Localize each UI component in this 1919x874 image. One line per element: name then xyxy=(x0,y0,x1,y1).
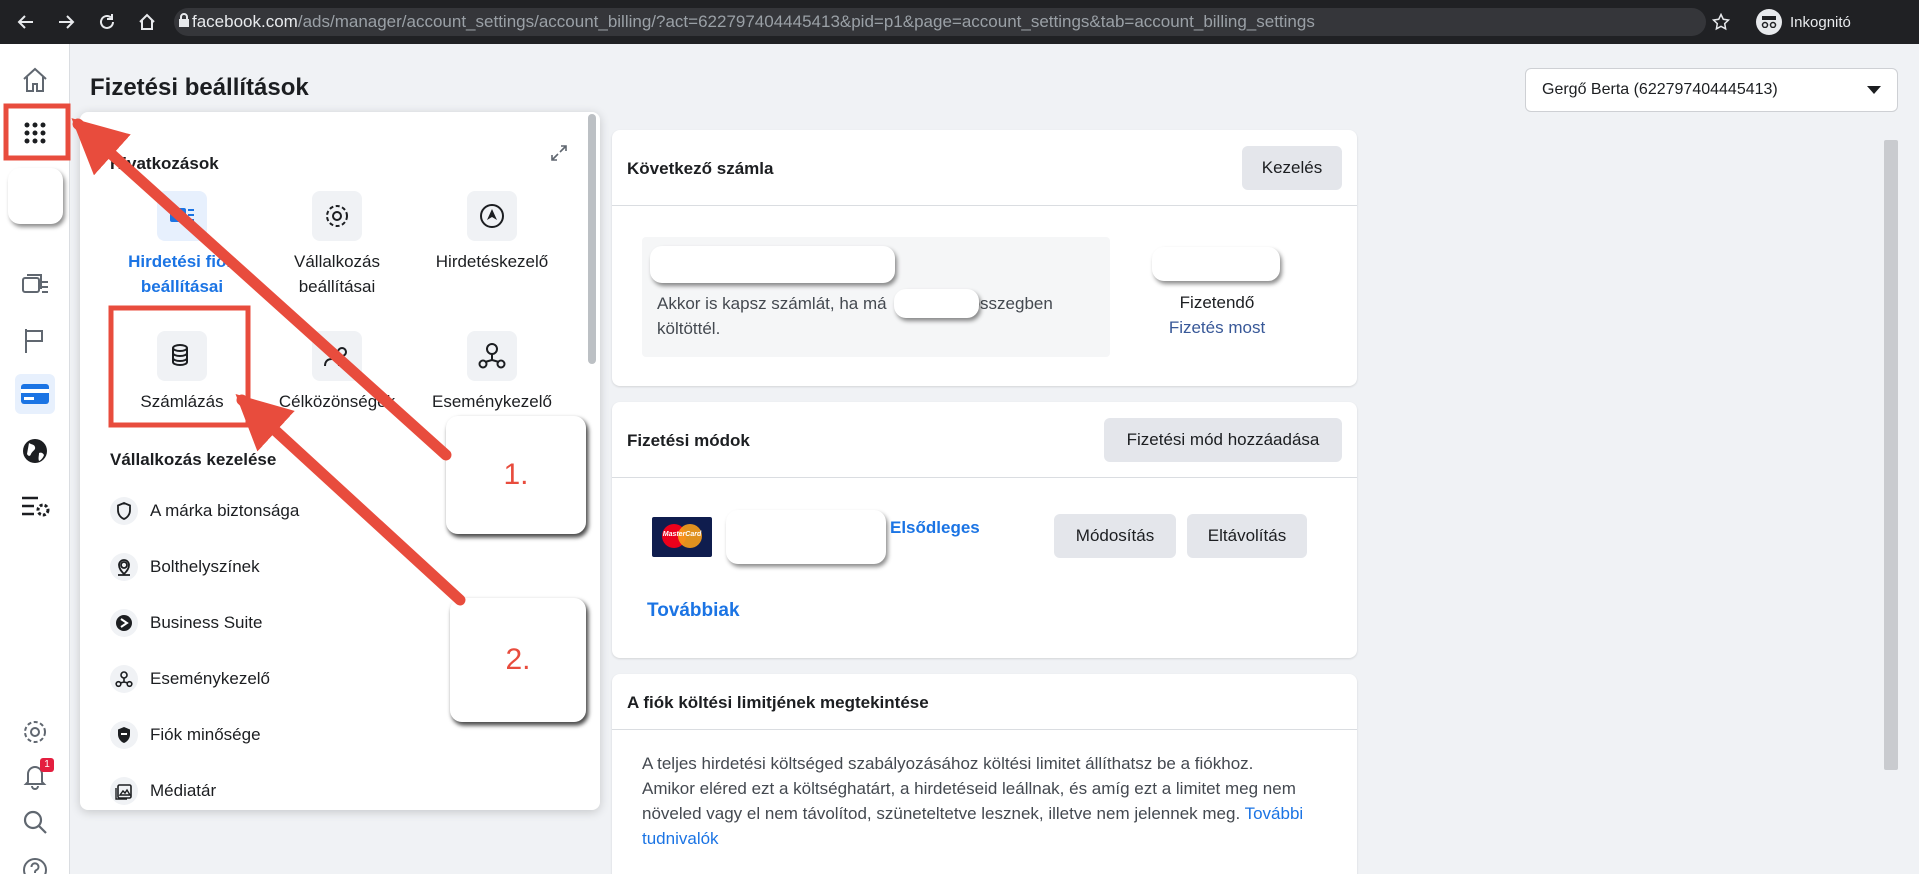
left-navigation-rail: 1 xyxy=(0,44,70,874)
next-invoice-card: Következő számla Kezelés Akkor is kapsz … xyxy=(612,130,1357,386)
location-pin-icon xyxy=(110,553,138,581)
help-icon[interactable] xyxy=(15,850,55,874)
shortcut-events-manager[interactable]: Eseménykezelő xyxy=(417,331,567,414)
redacted-threshold-amount xyxy=(894,289,979,318)
shortcut-audiences[interactable]: Célközönségek xyxy=(262,331,412,414)
shortcuts-heading: Hivatkozások xyxy=(110,154,219,173)
browser-toolbar: facebook.com/ads/manager/account_setting… xyxy=(0,0,1919,44)
menu-item-business-suite[interactable]: Business Suite xyxy=(110,603,262,643)
due-label: Fizetendő xyxy=(1179,293,1255,312)
home-icon[interactable] xyxy=(15,60,55,100)
step-2-callout: 2. xyxy=(450,598,586,722)
redacted-card-number xyxy=(726,510,886,564)
shortcut-ads-manager[interactable]: Hirdetéskezelő xyxy=(417,191,567,274)
media-library-icon xyxy=(110,777,138,805)
manage-button[interactable]: Kezelés xyxy=(1242,146,1342,190)
ad-account-name: Gergő Berta (622797404445413) xyxy=(1542,81,1778,98)
campaigns-icon[interactable] xyxy=(15,266,55,306)
redacted-account-avatar xyxy=(8,168,63,224)
shortcut-billing[interactable]: Számlázás xyxy=(107,331,257,414)
invoice-threshold-box: Akkor is kapsz számlát, ha má összegben k… xyxy=(642,237,1110,357)
notification-badge: 1 xyxy=(40,758,54,772)
menu-item-account-quality[interactable]: Fiók minősége xyxy=(110,715,261,755)
mastercard-logo-icon: MasterCard xyxy=(652,517,712,557)
page-title: Fizetési beállítások xyxy=(90,74,309,101)
ad-account-settings-icon xyxy=(157,191,207,241)
learn-more-link[interactable]: tudnivalók xyxy=(642,826,1342,851)
back-icon[interactable] xyxy=(12,8,40,36)
gear-icon xyxy=(312,191,362,241)
incognito-icon xyxy=(1756,9,1782,35)
shield-icon xyxy=(110,497,138,525)
step-1-callout: 1. xyxy=(446,416,586,534)
payment-methods-card: Fizetési módok Fizetési mód hozzáadása M… xyxy=(612,402,1357,658)
reload-icon[interactable] xyxy=(93,8,121,36)
address-bar[interactable]: facebook.com/ads/manager/account_setting… xyxy=(174,8,1706,36)
edit-payment-button[interactable]: Módosítás xyxy=(1054,514,1176,558)
menu-item-events-manager[interactable]: Eseménykezelő xyxy=(110,659,270,699)
caret-down-icon xyxy=(1867,86,1881,94)
events-manager-icon xyxy=(467,331,517,381)
menu-scrollbar[interactable] xyxy=(588,114,596,364)
pages-flag-icon[interactable] xyxy=(15,321,55,361)
billing-icon xyxy=(157,331,207,381)
expand-icon[interactable] xyxy=(550,144,568,167)
notifications-bell-icon[interactable]: 1 xyxy=(15,756,55,796)
shortcut-ad-account-settings[interactable]: Hirdetési fiók beállításai xyxy=(107,191,257,299)
add-payment-method-button[interactable]: Fizetési mód hozzáadása xyxy=(1104,418,1342,462)
payment-methods-title: Fizetési módok xyxy=(627,431,750,450)
spending-limit-title: A fiók költési limitjének megtekintése xyxy=(627,693,929,712)
search-icon[interactable] xyxy=(15,802,55,842)
url-host: facebook.com xyxy=(192,12,298,31)
ads-manager-icon xyxy=(467,191,517,241)
home-icon[interactable] xyxy=(133,8,161,36)
more-link[interactable]: Továbbiak xyxy=(647,600,740,622)
redacted-amount xyxy=(650,246,895,283)
audiences-icon xyxy=(312,331,362,381)
page-scrollbar[interactable] xyxy=(1884,140,1898,770)
menu-item-media-library[interactable]: Médiatár xyxy=(110,771,216,810)
gear-icon[interactable] xyxy=(15,712,55,752)
events-manager-icon xyxy=(110,665,138,693)
threshold-text: Akkor is kapsz számlát, ha má összegben k… xyxy=(657,294,1053,338)
bookmark-star-icon[interactable] xyxy=(1707,8,1735,36)
incognito-indicator[interactable]: Inkognitó xyxy=(1756,7,1851,37)
settings-list-icon[interactable] xyxy=(15,486,55,526)
shortcut-business-settings[interactable]: Vállalkozás beállításai xyxy=(262,191,412,299)
all-tools-grid-icon[interactable] xyxy=(15,113,55,153)
redacted-due-amount xyxy=(1152,247,1280,281)
billing-card-icon[interactable] xyxy=(15,374,55,414)
next-invoice-title: Következő számla xyxy=(627,159,774,178)
url-path: /ads/manager/account_settings/account_bi… xyxy=(297,12,1315,31)
incognito-label: Inkognitó xyxy=(1790,13,1851,31)
menu-item-brand-safety[interactable]: A márka biztonsága xyxy=(110,491,299,531)
menu-item-store-locations[interactable]: Bolthelyszínek xyxy=(110,547,260,587)
forward-icon[interactable] xyxy=(52,8,80,36)
pay-now-link[interactable]: Fizetés most xyxy=(1142,315,1292,340)
account-quality-icon xyxy=(110,721,138,749)
spending-limit-card: A fiók költési limitjének megtekintése A… xyxy=(612,674,1357,874)
ad-account-selector[interactable]: Gergő Berta (622797404445413) xyxy=(1525,68,1898,112)
primary-label: Elsődleges xyxy=(890,518,980,537)
business-suite-icon xyxy=(110,609,138,637)
lock-icon xyxy=(178,8,192,36)
globe-icon[interactable] xyxy=(15,431,55,471)
spending-limit-description: A teljes hirdetési költséged szabályozás… xyxy=(642,751,1342,851)
business-management-heading: Vállalkozás kezelése xyxy=(110,450,277,469)
remove-payment-button[interactable]: Eltávolítás xyxy=(1187,514,1307,558)
